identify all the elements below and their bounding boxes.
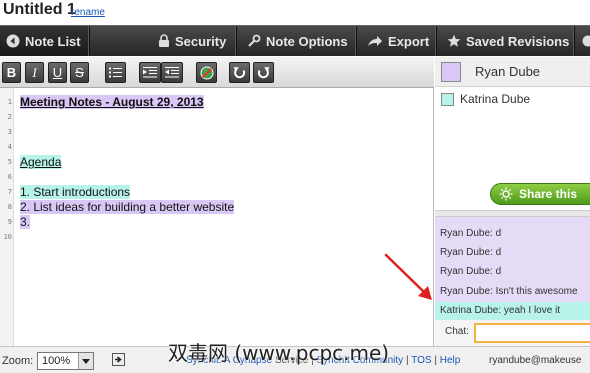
wrench-icon	[248, 34, 261, 47]
user-color-swatch[interactable]	[441, 62, 461, 82]
line-number: 2	[7, 113, 12, 121]
line-number: 5	[7, 158, 12, 166]
underline-button[interactable]: U	[48, 62, 67, 83]
help-link[interactable]: Help	[440, 355, 461, 366]
main-nav: Note List Security Note Options Export S…	[0, 25, 590, 56]
chat-input[interactable]	[474, 323, 590, 343]
rename-link[interactable]: rename	[71, 7, 105, 18]
title-bar: Untitled 1 rename	[0, 0, 590, 25]
nav-note-options[interactable]: Note Options	[237, 26, 357, 56]
users-and-chat-pane: Ryan Dube Katrina Dube Share this Ryan D…	[435, 57, 590, 346]
redo-button[interactable]	[253, 62, 274, 83]
agenda-item: 1. Start introductions	[20, 185, 131, 199]
page-title: Untitled 1	[3, 1, 76, 18]
nav-security[interactable]: Security	[148, 26, 237, 56]
app-window: Untitled 1 rename Note List Security Not…	[0, 0, 590, 373]
redo-icon	[257, 67, 269, 79]
indent-icon	[143, 67, 157, 78]
lock-icon	[159, 34, 169, 47]
line-number: 3	[7, 128, 12, 136]
chat-log: Ryan Dube: d Ryan Dube: d Ryan Dube: d R…	[435, 217, 590, 320]
indent-button[interactable]	[139, 62, 161, 83]
agenda-item: 2. List ideas for building a better webs…	[20, 200, 235, 214]
chat-input-row: Chat:	[435, 320, 590, 346]
zoom-select[interactable]: 100%	[37, 352, 94, 370]
clear-authorship-icon	[200, 66, 213, 79]
current-user: Ryan Dube	[435, 57, 590, 87]
user-color-swatch	[441, 93, 454, 106]
annotation-arrow	[384, 253, 432, 300]
chat-message: Ryan Dube: Isn't this awesome	[440, 286, 578, 297]
chevron-down-icon	[78, 353, 93, 369]
zoom-value: 100%	[42, 355, 71, 367]
agenda-item: 3.	[20, 215, 31, 229]
expand-icon	[115, 356, 122, 363]
nav-label: Security	[175, 33, 227, 49]
chat-message: Ryan Dube: d	[440, 228, 502, 239]
nav-saved-revisions[interactable]: Saved Revisions	[437, 26, 575, 56]
chat-message: Ryan Dube: d	[440, 266, 502, 277]
note-editor[interactable]: 1 2 3 4 5 6 7 8 9 10 Meeting Notes - Aug…	[0, 88, 434, 346]
line-number: 4	[7, 143, 12, 151]
note-heading: Meeting Notes - August 29, 2013	[20, 95, 204, 109]
nav-more[interactable]	[576, 26, 590, 56]
share-label: Share this	[519, 187, 578, 201]
bold-button[interactable]: B	[2, 62, 21, 83]
agenda-heading: Agenda	[20, 155, 62, 169]
share-button[interactable]: Share this	[490, 183, 590, 205]
bullet-list-button[interactable]	[105, 62, 126, 83]
separator: |	[434, 355, 437, 366]
export-arrow-icon	[368, 36, 382, 46]
user-email: ryandube@makeuse	[489, 355, 582, 366]
outdent-icon	[165, 67, 179, 78]
line-number: 10	[3, 233, 12, 241]
zoom-label: Zoom:	[2, 355, 34, 367]
chat-message: Katrina Dube: yeah I love it	[435, 302, 590, 320]
undo-button[interactable]	[229, 62, 250, 83]
outdent-button[interactable]	[161, 62, 183, 83]
fullscreen-button[interactable]	[112, 353, 125, 366]
clear-authorship-button[interactable]	[196, 62, 217, 83]
line-number: 8	[7, 203, 12, 211]
nav-label: Note List	[25, 33, 81, 49]
italic-button[interactable]: I	[25, 62, 44, 83]
nav-label: Saved Revisions	[466, 33, 570, 49]
bullet-list-icon	[109, 67, 122, 78]
other-user-name: Katrina Dube	[460, 92, 531, 106]
pane-resize-handle[interactable]	[435, 210, 590, 217]
line-number: 7	[7, 188, 12, 196]
line-number-gutter: 1 2 3 4 5 6 7 8 9 10	[0, 88, 14, 346]
tos-link[interactable]: TOS	[411, 355, 431, 366]
format-toolbar: B I U S	[0, 57, 434, 88]
line-number: 6	[7, 173, 12, 181]
nav-label: Export	[388, 33, 430, 49]
chat-label: Chat:	[445, 326, 469, 337]
strikethrough-button[interactable]: S	[70, 62, 89, 83]
line-number: 1	[7, 98, 12, 106]
nav-label: Note Options	[266, 33, 348, 49]
more-icon	[582, 35, 590, 47]
back-arrow-icon	[6, 34, 20, 48]
current-user-name: Ryan Dube	[475, 64, 541, 79]
separator: |	[405, 355, 409, 366]
chat-message: Ryan Dube: d	[440, 247, 502, 258]
line-number: 9	[7, 218, 12, 226]
nav-export[interactable]: Export	[357, 26, 437, 56]
watermark: 双毒网 (www.pcpc.me)	[168, 341, 390, 365]
star-icon	[447, 34, 461, 47]
nav-note-list[interactable]: Note List	[0, 26, 90, 56]
sun-icon	[499, 187, 513, 201]
undo-icon	[234, 67, 246, 79]
